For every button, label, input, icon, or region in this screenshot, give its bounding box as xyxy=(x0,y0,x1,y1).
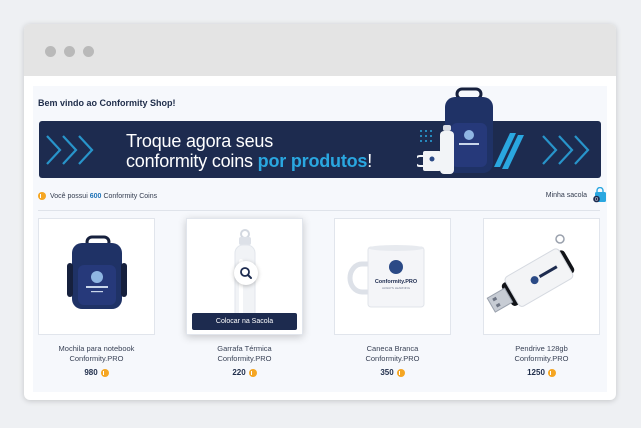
product-price: 220 xyxy=(186,368,303,377)
banner-headline: Troque agora seus conformity coins por p… xyxy=(126,131,372,171)
product-name-line-1: Pendrive 128gb xyxy=(515,344,568,353)
product-name: Mochila para notebook Conformity.PRO xyxy=(38,344,155,364)
product-name-line-2: Conformity.PRO xyxy=(365,354,420,363)
banner-line-2-suffix: ! xyxy=(367,151,373,171)
product-name: Garrafa Térmica Conformity.PRO xyxy=(186,344,303,364)
product-name: Caneca Branca Conformity.PRO xyxy=(334,344,451,364)
banner-line-2: conformity coins por produtos! xyxy=(126,151,372,171)
coin-icon xyxy=(38,192,46,200)
my-bag-link[interactable]: Minha sacola 0 xyxy=(545,186,607,203)
product-name-line-1: Mochila para notebook xyxy=(58,344,135,353)
shop-page: Bem vindo ao Conformity Shop! Troque ago… xyxy=(33,86,607,392)
product-image-backpack[interactable] xyxy=(38,218,155,335)
mug-brand-text: Conformity.PRO xyxy=(375,279,418,285)
mug-tagline-text: ALWAYS LEARNING xyxy=(382,286,411,290)
product-name-line-2: Conformity.PRO xyxy=(69,354,124,363)
banner-line-1: Troque agora seus xyxy=(126,131,274,151)
welcome-title: Bem vindo ao Conformity Shop! xyxy=(38,98,176,108)
stripes-decoration-icon xyxy=(494,133,524,169)
coins-suffix: Conformity Coins xyxy=(103,192,158,200)
product-name-line-1: Caneca Branca xyxy=(366,344,419,353)
price-value: 220 xyxy=(232,368,246,377)
zoom-button[interactable] xyxy=(234,261,258,285)
window-titlebar xyxy=(24,24,616,76)
price-value: 980 xyxy=(84,368,98,377)
coin-icon xyxy=(396,368,405,377)
coin-icon xyxy=(248,368,257,377)
product-image-pendrive[interactable] xyxy=(483,218,600,335)
product-image-mug[interactable]: Conformity.PRO ALWAYS LEARNING xyxy=(334,218,451,335)
coin-icon xyxy=(547,368,556,377)
window-control-dot[interactable] xyxy=(45,46,56,57)
banner-highlight: por produtos xyxy=(257,151,368,171)
price-value: 1250 xyxy=(527,368,545,377)
coin-icon xyxy=(100,368,109,377)
dots-pattern-icon xyxy=(420,130,432,142)
shopping-bag-icon[interactable]: 0 xyxy=(593,186,607,203)
window-control-dot[interactable] xyxy=(83,46,94,57)
product-name-line-1: Garrafa Térmica xyxy=(217,344,272,353)
magnifier-icon xyxy=(240,267,252,279)
chevron-icon xyxy=(542,135,590,165)
coins-balance: Você possui 600 Conformity Coins xyxy=(38,192,157,200)
coins-amount: 600 xyxy=(89,192,102,200)
window-control-dot[interactable] xyxy=(64,46,75,57)
divider xyxy=(38,210,600,211)
pendrive-icon xyxy=(486,234,575,313)
mug-icon: Conformity.PRO ALWAYS LEARNING xyxy=(347,245,425,308)
promo-banner[interactable]: Troque agora seus conformity coins por p… xyxy=(39,87,601,178)
chevron-icon xyxy=(46,135,94,165)
my-bag-label: Minha sacola xyxy=(545,191,587,199)
coins-prefix: Você possui xyxy=(50,192,88,200)
product-price: 980 xyxy=(38,368,155,377)
product-price: 1250 xyxy=(483,368,600,377)
backpack-icon xyxy=(67,235,127,309)
banner-line-2-prefix: conformity coins xyxy=(126,151,258,171)
product-price: 350 xyxy=(334,368,451,377)
product-image-bottle[interactable]: Colocar na Sacola xyxy=(186,218,303,335)
add-to-bag-button[interactable]: Colocar na Sacola xyxy=(192,313,297,330)
mug-illustration-icon xyxy=(417,151,441,171)
product-name-line-2: Conformity.PRO xyxy=(514,354,569,363)
browser-window: Bem vindo ao Conformity Shop! Troque ago… xyxy=(24,24,616,400)
price-value: 350 xyxy=(380,368,394,377)
product-name: Pendrive 128gb Conformity.PRO xyxy=(483,344,600,364)
bag-count-badge: 0 xyxy=(595,197,598,203)
product-name-line-2: Conformity.PRO xyxy=(217,354,272,363)
